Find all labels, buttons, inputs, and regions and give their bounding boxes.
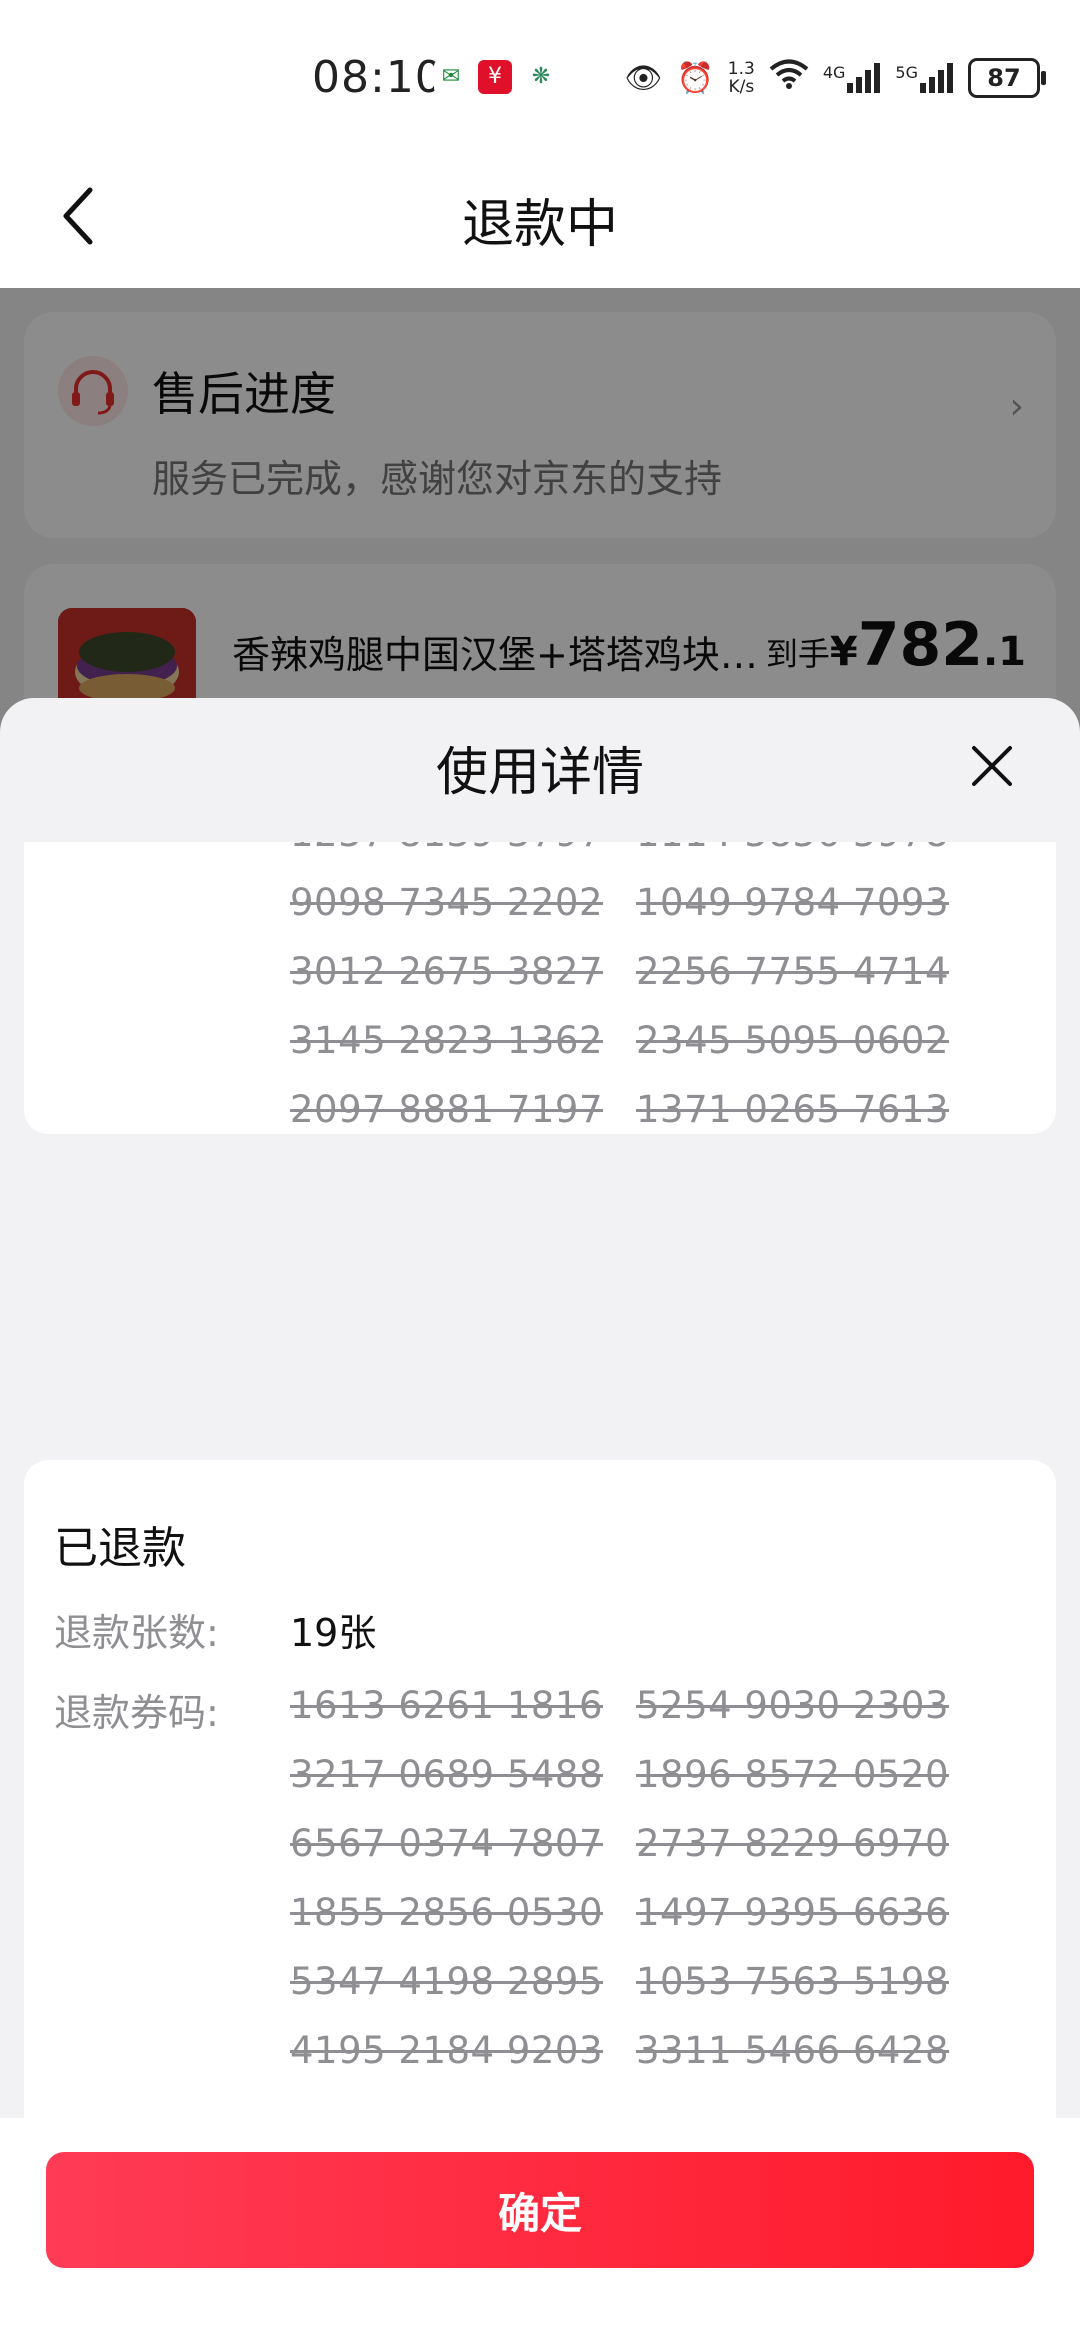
confirm-button[interactable]: 确定 bbox=[46, 2152, 1034, 2268]
sheet-title: 使用详情 bbox=[435, 743, 644, 803]
bottom-bar: 确定 bbox=[0, 2118, 1080, 2340]
signal-5g-icon: 5G bbox=[895, 63, 954, 93]
refund-count-value: 19张 bbox=[290, 1611, 377, 1655]
net-speed: 1.3 K/s bbox=[727, 59, 755, 97]
status-bar: 08:10 ✉ ¥ ❋ 👁 ⏰ 1.3 K/s 4G 5G 87 bbox=[0, 0, 1080, 150]
used-codes-card: 1237 8139 3797 1114 5856 5978 9098 7345 22… bbox=[24, 842, 1056, 1134]
voucher-code: 5254 9030 2303 bbox=[636, 1684, 950, 1727]
usage-detail-sheet: 使用详情 1237 8139 3797 1114 5856 5978 9098 73… bbox=[0, 698, 1080, 2340]
voucher-code: 3311 5466 6428 bbox=[636, 2029, 950, 2072]
voucher-code: 4195 2184 9203 bbox=[290, 2029, 604, 2072]
voucher-code: 1114 5856 5978 bbox=[636, 842, 949, 855]
voucher-code: 3012 2675 3827 bbox=[290, 950, 604, 993]
voucher-code: 1371 0265 7613 bbox=[636, 1088, 950, 1131]
voucher-code: 1855 2856 0530 bbox=[290, 1891, 604, 1934]
battery-icon: 87 bbox=[968, 58, 1046, 98]
refunded-heading: 已退款 bbox=[54, 1523, 186, 1574]
voucher-code: 2097 8881 7197 bbox=[290, 1088, 604, 1131]
voucher-code: 3145 2823 1362 bbox=[290, 1019, 604, 1062]
voucher-code: 1049 9784 7093 bbox=[636, 881, 950, 924]
voucher-code: 1237 8139 3797 bbox=[290, 842, 603, 855]
alarm-icon: ⏰ bbox=[676, 60, 714, 96]
voucher-code: 1613 6261 1816 bbox=[290, 1684, 604, 1727]
voucher-code: 2345 5095 0602 bbox=[636, 1019, 950, 1062]
nav-bar: 退款中 bbox=[0, 150, 1080, 288]
voucher-code: 6567 0374 7807 bbox=[290, 1822, 604, 1865]
voucher-code: 2737 8229 6970 bbox=[636, 1822, 950, 1865]
refund-codes-label: 退款券码: bbox=[54, 1691, 219, 1735]
eye-icon: 👁 bbox=[624, 60, 663, 96]
status-time: 08:10 bbox=[312, 52, 444, 103]
voucher-code: 5347 4198 2895 bbox=[290, 1960, 604, 2003]
voucher-code: 1053 7563 5198 bbox=[636, 1960, 950, 2003]
status-icons: 👁 ⏰ 1.3 K/s 4G 5G 87 bbox=[624, 56, 1046, 100]
page-title: 退款中 bbox=[461, 195, 618, 255]
wifi-icon bbox=[769, 58, 809, 98]
voucher-code: 1896 8572 0520 bbox=[636, 1753, 950, 1796]
signal-4g-icon: 4G bbox=[823, 63, 882, 93]
voucher-code: 3217 0689 5488 bbox=[290, 1753, 604, 1796]
refunded-card: 已退款 退款张数: 19张 退款券码: 1613 6261 1816 5254 9… bbox=[24, 1460, 1056, 2160]
close-icon[interactable] bbox=[970, 744, 1014, 788]
bank-app-icon: ¥ bbox=[478, 60, 512, 94]
voucher-code: 1497 9395 6636 bbox=[636, 1891, 950, 1934]
postal-app-icon: ✉ bbox=[434, 60, 468, 94]
green-app-icon: ❋ bbox=[524, 60, 558, 94]
voucher-code: 2256 7755 4714 bbox=[636, 950, 950, 993]
refund-count-label: 退款张数: bbox=[54, 1611, 219, 1655]
voucher-code: 9098 7345 2202 bbox=[290, 881, 604, 924]
